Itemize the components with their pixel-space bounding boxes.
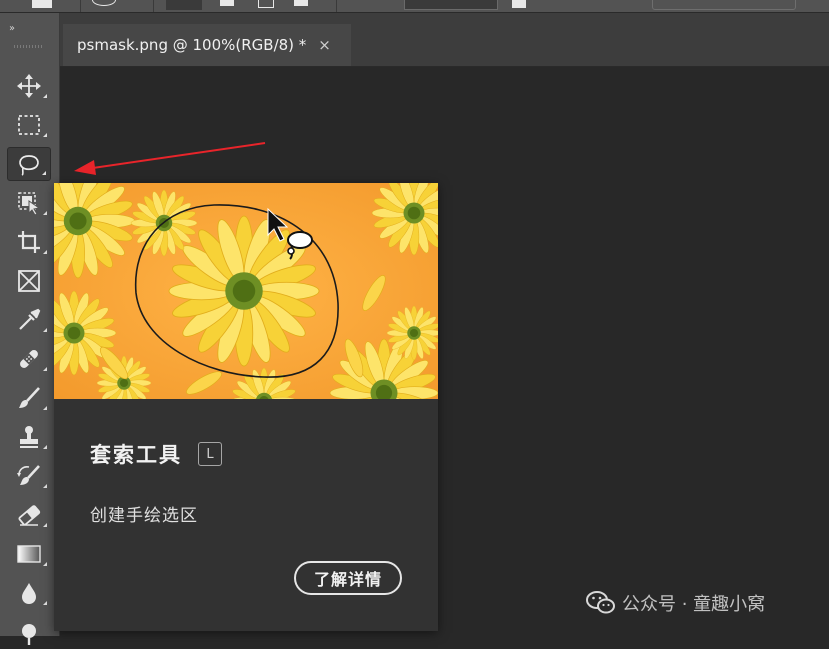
subtract-selection-icon[interactable] bbox=[258, 0, 274, 8]
brush-tool[interactable] bbox=[7, 381, 51, 415]
bandage-icon bbox=[16, 346, 42, 372]
new-selection-icon[interactable] bbox=[166, 0, 202, 10]
eraser-tool[interactable] bbox=[7, 498, 51, 532]
rectangular-marquee-tool[interactable] bbox=[7, 108, 51, 142]
frame-icon bbox=[16, 268, 42, 294]
eraser-icon bbox=[16, 502, 42, 528]
drop-icon bbox=[16, 580, 42, 606]
eyedropper-tool[interactable] bbox=[7, 303, 51, 337]
close-icon[interactable]: × bbox=[318, 36, 331, 54]
document-tab[interactable]: psmask.png @ 100%(RGB/8) * × bbox=[63, 24, 351, 66]
select-and-mask-button[interactable] bbox=[652, 0, 796, 10]
annotation-arrow bbox=[60, 135, 280, 185]
panel-grip[interactable] bbox=[14, 45, 42, 48]
tools-panel: ›› bbox=[0, 13, 60, 636]
options-bar bbox=[0, 0, 829, 13]
intersect-selection-icon[interactable] bbox=[294, 0, 308, 6]
clone-stamp-tool[interactable] bbox=[7, 420, 51, 454]
collapse-panel-button[interactable]: ›› bbox=[9, 23, 13, 34]
watermark-text: 公众号 · 童趣小窝 bbox=[622, 590, 765, 616]
move-tool[interactable] bbox=[7, 69, 51, 103]
lasso-tool-tooltip: 套索工具 L 创建手绘选区 了解详情 bbox=[54, 183, 438, 631]
stamp-icon bbox=[16, 424, 42, 450]
document-tab-bar: psmask.png @ 100%(RGB/8) * × bbox=[60, 13, 829, 67]
history-brush-icon bbox=[16, 463, 42, 489]
tooltip-preview-image bbox=[54, 183, 438, 399]
lasso-icon bbox=[16, 151, 42, 177]
tooltip-title-row: 套索工具 L bbox=[90, 439, 222, 469]
wechat-icon bbox=[586, 590, 616, 616]
move-icon bbox=[16, 73, 42, 99]
lasso-tool[interactable] bbox=[7, 147, 51, 181]
blur-tool[interactable] bbox=[7, 576, 51, 610]
tooltip-description: 创建手绘选区 bbox=[90, 501, 198, 526]
healing-brush-tool[interactable] bbox=[7, 342, 51, 376]
object-selection-tool[interactable] bbox=[7, 186, 51, 220]
dodge-icon bbox=[16, 619, 42, 645]
gradient-icon bbox=[16, 541, 42, 567]
history-brush-tool[interactable] bbox=[7, 459, 51, 493]
learn-more-button[interactable]: 了解详情 bbox=[294, 561, 402, 595]
shortcut-badge: L bbox=[198, 442, 222, 466]
crop-icon bbox=[16, 229, 42, 255]
feather-input[interactable] bbox=[404, 0, 498, 10]
brush-icon bbox=[16, 385, 42, 411]
gradient-tool[interactable] bbox=[7, 537, 51, 571]
tooltip-title: 套索工具 bbox=[90, 439, 182, 469]
marquee-icon bbox=[16, 112, 42, 138]
eyedropper-icon bbox=[16, 307, 42, 333]
crop-tool[interactable] bbox=[7, 225, 51, 259]
workspace-icon[interactable] bbox=[32, 0, 52, 8]
add-selection-icon[interactable] bbox=[220, 0, 234, 6]
watermark: 公众号 · 童趣小窝 bbox=[586, 590, 765, 616]
frame-tool[interactable] bbox=[7, 264, 51, 298]
document-tab-title: psmask.png @ 100%(RGB/8) * bbox=[77, 36, 306, 54]
lasso-preset-icon[interactable] bbox=[92, 0, 116, 6]
anti-alias-checkbox[interactable] bbox=[512, 0, 526, 8]
dodge-tool[interactable] bbox=[7, 615, 51, 649]
object-selection-icon bbox=[16, 190, 42, 216]
